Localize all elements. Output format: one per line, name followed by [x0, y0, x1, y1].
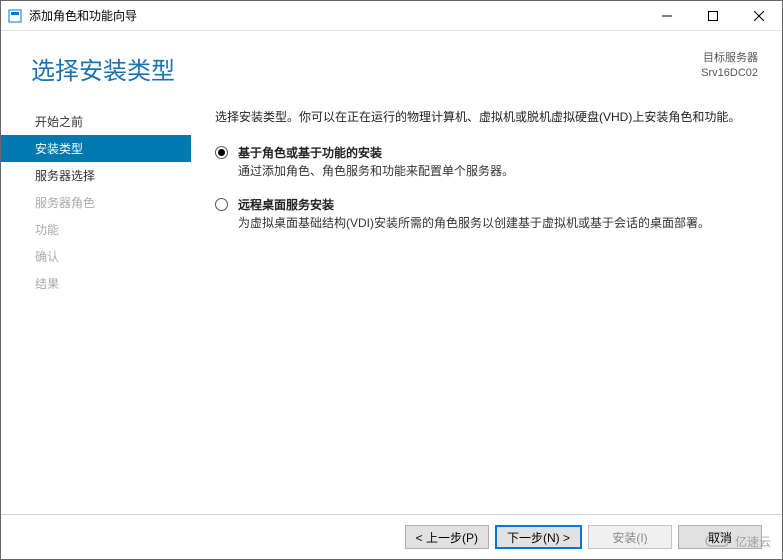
option-title: 远程桌面服务安装 [238, 196, 754, 213]
prev-button[interactable]: < 上一步(P) [405, 525, 489, 549]
option-title: 基于角色或基于功能的安装 [238, 144, 754, 161]
header: 选择安装类型 目标服务器 Srv16DC02 [1, 31, 782, 94]
sidebar-item-server-selection[interactable]: 服务器选择 [1, 162, 191, 189]
sidebar-item-results: 结果 [1, 270, 191, 297]
option-body: 基于角色或基于功能的安装 通过添加角色、角色服务和功能来配置单个服务器。 [238, 144, 754, 180]
sidebar-item-install-type[interactable]: 安装类型 [1, 135, 191, 162]
app-icon [7, 8, 23, 24]
close-button[interactable] [736, 1, 782, 31]
instruction-text: 选择安装类型。你可以在正在运行的物理计算机、虚拟机或脱机虚拟硬盘(VHD)上安装… [215, 108, 754, 126]
sidebar-item-server-roles: 服务器角色 [1, 189, 191, 216]
option-desc: 通过添加角色、角色服务和功能来配置单个服务器。 [238, 163, 754, 180]
sidebar-item-features: 功能 [1, 216, 191, 243]
window-controls [644, 1, 782, 31]
target-info: 目标服务器 Srv16DC02 [701, 51, 758, 82]
next-button[interactable]: 下一步(N) > [495, 525, 582, 549]
watermark-text: 亿速云 [735, 534, 771, 549]
watermark: 亿速云 [705, 530, 777, 554]
wizard-window: 添加角色和功能向导 选择安装类型 目标服务器 Srv16DC02 开始之前 安装… [0, 0, 783, 560]
footer: < 上一步(P) 下一步(N) > 安装(I) 取消 [1, 514, 782, 559]
target-value: Srv16DC02 [701, 66, 758, 81]
option-rds[interactable]: 远程桌面服务安装 为虚拟桌面基础结构(VDI)安装所需的角色服务以创建基于虚拟机… [215, 196, 754, 232]
titlebar: 添加角色和功能向导 [1, 1, 782, 31]
radio-role-based[interactable] [215, 146, 228, 159]
window-title: 添加角色和功能向导 [29, 7, 644, 24]
target-label: 目标服务器 [701, 51, 758, 66]
minimize-button[interactable] [644, 1, 690, 31]
option-body: 远程桌面服务安装 为虚拟桌面基础结构(VDI)安装所需的角色服务以创建基于虚拟机… [238, 196, 754, 232]
body: 开始之前 安装类型 服务器选择 服务器角色 功能 确认 结果 选择安装类型。你可… [1, 94, 782, 514]
radio-rds[interactable] [215, 198, 228, 211]
content: 选择安装类型。你可以在正在运行的物理计算机、虚拟机或脱机虚拟硬盘(VHD)上安装… [191, 94, 782, 514]
sidebar-item-confirm: 确认 [1, 243, 191, 270]
sidebar-item-before-begin[interactable]: 开始之前 [1, 108, 191, 135]
option-desc: 为虚拟桌面基础结构(VDI)安装所需的角色服务以创建基于虚拟机或基于会话的桌面部… [238, 215, 754, 232]
option-role-based[interactable]: 基于角色或基于功能的安装 通过添加角色、角色服务和功能来配置单个服务器。 [215, 144, 754, 180]
page-title: 选择安装类型 [31, 51, 701, 86]
sidebar: 开始之前 安装类型 服务器选择 服务器角色 功能 确认 结果 [1, 94, 191, 514]
maximize-button[interactable] [690, 1, 736, 31]
install-button: 安装(I) [588, 525, 672, 549]
